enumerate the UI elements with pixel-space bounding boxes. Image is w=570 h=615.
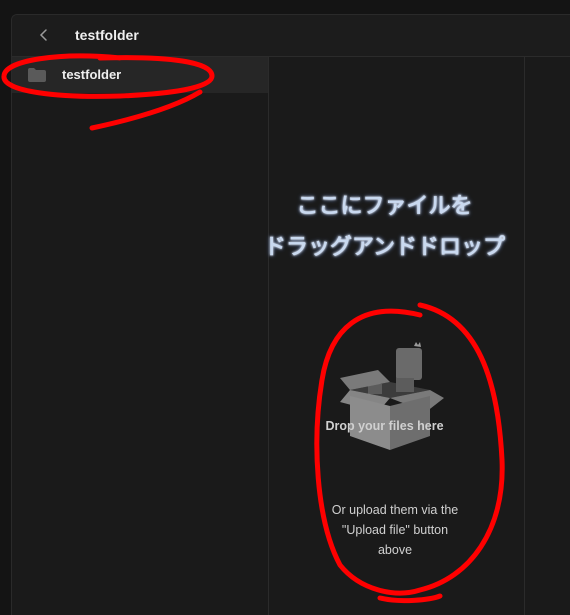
page-title: testfolder [75, 27, 139, 43]
dropzone-title: Drop your files here [325, 419, 444, 433]
dropzone-subtitle-line: above [377, 543, 413, 557]
chevron-left-icon [39, 29, 47, 41]
dropzone-heading-line2: ドラッグアンドドロップ [263, 234, 506, 259]
dropzone-subtitle-line: Or upload them via the [331, 503, 459, 517]
sidebar-item-testfolder[interactable]: testfolder [12, 57, 268, 93]
back-button[interactable] [36, 26, 52, 44]
sidebar: testfolder [12, 57, 269, 615]
sidebar-item-label: testfolder [62, 67, 122, 82]
details-pane [524, 57, 570, 615]
dropzone-subtitle: Or upload them via the "Upload file" but… [310, 500, 480, 560]
dropzone-heading-line1: ここにファイルを [296, 193, 473, 218]
open-box-icon [340, 342, 444, 450]
dropzone-subtitle-line: "Upload file" button [341, 523, 449, 537]
folder-icon [28, 68, 46, 82]
